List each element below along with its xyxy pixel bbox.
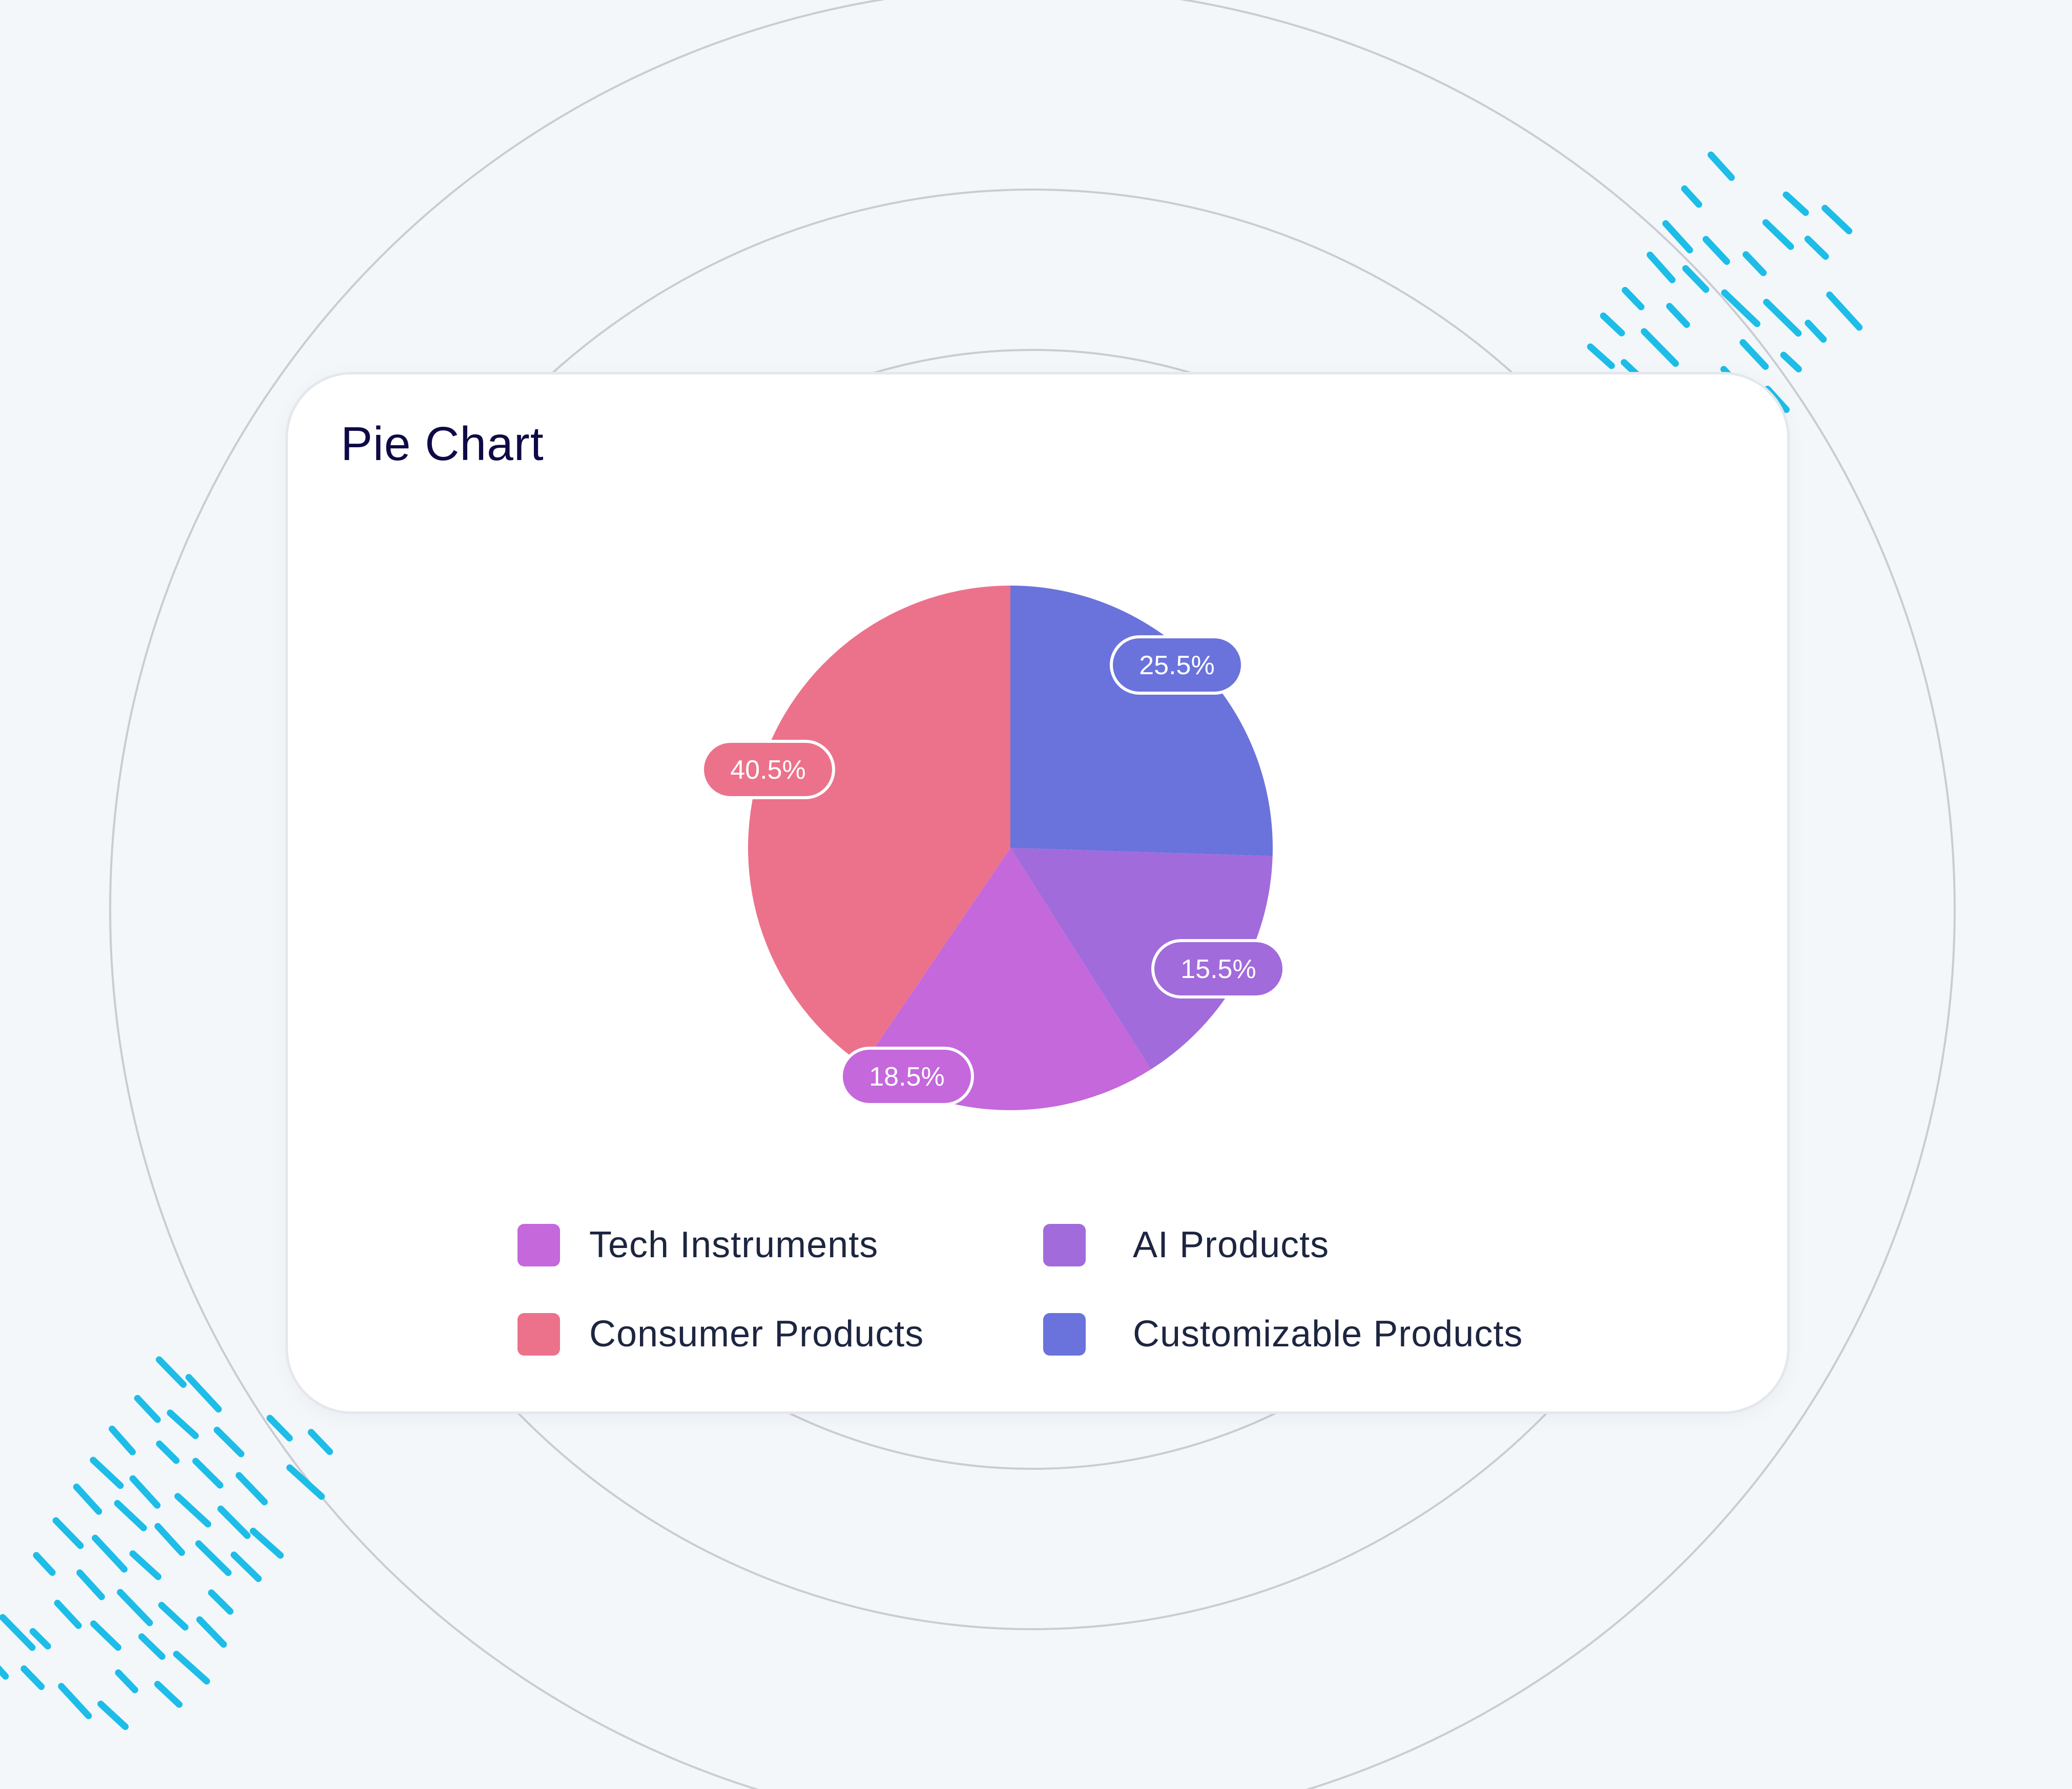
decor-dash	[76, 1569, 105, 1600]
decor-dash	[1707, 151, 1735, 181]
decor-dash	[1804, 236, 1829, 260]
decor-dash	[235, 1472, 268, 1506]
decor-dash	[58, 1683, 92, 1719]
decor-dash	[0, 1665, 9, 1680]
decor-dash	[156, 1356, 187, 1388]
decor-dash	[129, 1550, 162, 1580]
decor-dash	[117, 1589, 153, 1627]
legend-label: Customizable Products	[1133, 1314, 1523, 1355]
legend-item-consumer-products: Consumer Products	[517, 1312, 924, 1356]
decor-dash	[129, 1475, 161, 1509]
decor-dash	[1743, 251, 1767, 277]
decor-dash	[266, 1414, 293, 1442]
decor-dash	[185, 1374, 222, 1413]
decor-dash	[115, 1669, 138, 1694]
decor-dash	[114, 1500, 147, 1531]
decor-dash	[196, 1616, 227, 1648]
decor-dash	[1762, 219, 1794, 250]
decor-dash	[1826, 292, 1863, 331]
decor-dash	[1703, 236, 1730, 265]
decor-dash	[33, 1552, 56, 1576]
decor-dash	[167, 1409, 199, 1439]
decor-dash	[138, 1633, 165, 1660]
legend-label: Consumer Products	[589, 1314, 924, 1355]
decor-dash	[1763, 299, 1802, 337]
decor-dash	[1805, 320, 1827, 343]
dash-pattern-bottom-left	[0, 1356, 333, 1730]
decor-dash	[231, 1551, 262, 1582]
legend-swatch	[517, 1313, 560, 1356]
decor-dash	[214, 1426, 244, 1458]
decor-dash	[1600, 313, 1625, 337]
decor-dash	[92, 1534, 128, 1573]
decor-dash	[250, 1527, 284, 1559]
decor-dash	[1662, 220, 1693, 254]
decor-dash	[90, 1457, 124, 1489]
decor-dash	[192, 1458, 223, 1489]
legend-label: AI Products	[1133, 1224, 1330, 1265]
decor-dash	[208, 1589, 234, 1615]
decor-dash	[154, 1680, 183, 1708]
decor-dash	[158, 1601, 189, 1631]
legend-item-tech-instruments: Tech Instruments	[517, 1223, 878, 1267]
decor-dash	[1587, 343, 1615, 369]
decor-dash	[1783, 191, 1809, 216]
decor-dash	[1641, 328, 1679, 367]
chart-card: Pie Chart 25.5% 15.5% 18.5% 40.5% Tech Inst…	[285, 372, 1790, 1414]
decor-dash	[307, 1429, 333, 1455]
decor-dash	[1821, 204, 1853, 235]
decor-dash	[1681, 185, 1703, 208]
decor-dash	[90, 1620, 121, 1651]
decor-dash	[154, 1523, 185, 1556]
decor-dash	[1780, 351, 1802, 372]
legend-item-customizable-products: Customizable Products	[1043, 1312, 1523, 1356]
decor-dash	[54, 1599, 82, 1629]
legend-label: Tech Instruments	[589, 1224, 879, 1265]
decor-dash	[0, 1614, 36, 1651]
decor-dash	[109, 1425, 136, 1455]
legend-swatch	[1043, 1313, 1086, 1356]
decor-dash	[134, 1395, 161, 1423]
decor-dash	[156, 1440, 180, 1464]
legend-swatch	[1043, 1223, 1086, 1266]
decor-dash	[20, 1665, 45, 1690]
chart-legend: Tech Instruments AI Products Consumer Prod…	[288, 375, 1787, 1411]
decor-dash	[173, 1651, 210, 1685]
decor-dash	[73, 1483, 102, 1515]
decor-dash	[97, 1700, 129, 1730]
decor-dash	[1622, 287, 1645, 310]
decor-dash	[174, 1493, 212, 1528]
decor-dash	[1646, 252, 1676, 283]
decor-dash	[1666, 303, 1690, 328]
decor-dash	[217, 1505, 251, 1539]
legend-swatch	[517, 1223, 560, 1266]
decor-dash	[29, 1628, 51, 1650]
legend-item-ai-products: AI Products	[1043, 1223, 1329, 1267]
decor-dash	[52, 1517, 84, 1549]
decor-dash	[1682, 265, 1710, 293]
decor-dash	[286, 1464, 325, 1500]
decor-dash	[195, 1540, 232, 1576]
